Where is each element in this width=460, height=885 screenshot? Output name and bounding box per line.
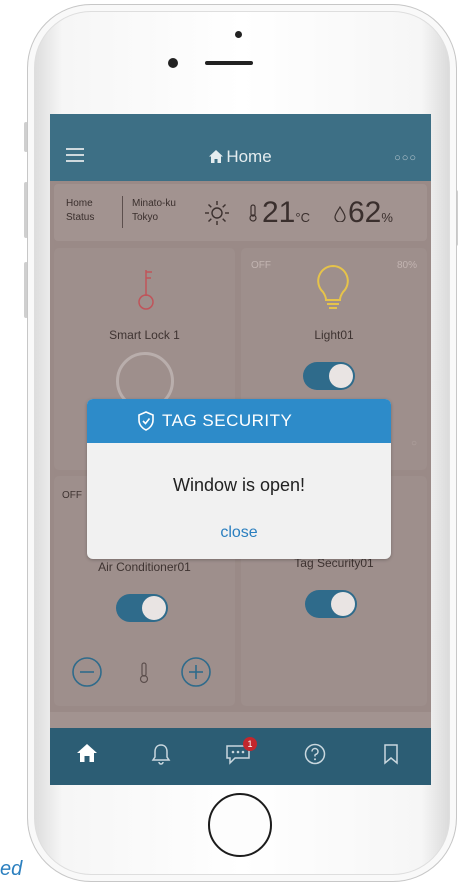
location-line1: Minato-ku: [132, 198, 176, 209]
cropped-caption-text: ed: [0, 858, 23, 880]
alert-dialog: TAG SECURITY Window is open! close: [87, 399, 391, 559]
dialog-message: Window is open!: [172, 475, 306, 495]
tab-home[interactable]: [72, 743, 102, 771]
status-label: Home Status: [66, 197, 94, 225]
light-state: OFF: [251, 260, 271, 271]
tab-bookmarks[interactable]: [376, 743, 406, 771]
shield-icon: [138, 411, 154, 431]
thermometer-icon: [139, 662, 149, 684]
key-icon: [138, 270, 154, 310]
temperature-value: 21: [262, 196, 296, 229]
home-icon: [77, 744, 97, 762]
front-camera: [168, 58, 178, 68]
close-button[interactable]: close: [87, 524, 391, 542]
page-title: Home: [50, 147, 431, 167]
status-divider: [122, 196, 123, 228]
help-icon: [304, 743, 326, 765]
decrease-icon[interactable]: [71, 656, 103, 688]
home-icon: [209, 150, 224, 163]
front-sensor: [235, 31, 242, 38]
air-conditioner-toggle[interactable]: [116, 594, 168, 622]
humidity-unit: %: [381, 210, 393, 225]
light-toggle[interactable]: [303, 362, 355, 390]
air-conditioner-label: Air Conditioner01: [98, 560, 191, 574]
sun-icon: [205, 201, 229, 225]
dialog-header: TAG SECURITY: [87, 399, 391, 443]
bookmark-icon: [384, 744, 398, 765]
header-title-label: Home: [226, 147, 272, 166]
increase-icon[interactable]: [180, 656, 212, 688]
light-extra-mark: ○: [410, 438, 417, 449]
home-button[interactable]: [208, 793, 272, 857]
air-conditioner-state: OFF: [62, 490, 82, 501]
humidity-reading: 62%: [348, 196, 393, 230]
status-label-line1: Home: [66, 198, 93, 209]
app-header: Home ○○○: [50, 114, 431, 181]
tab-bar: 1: [50, 728, 431, 785]
smart-lock-label: Smart Lock 1: [109, 328, 180, 342]
tab-help[interactable]: [300, 743, 330, 771]
light-label: Light01: [314, 328, 354, 342]
temperature-unit: °C: [295, 210, 310, 225]
light-bulb-icon: [317, 264, 349, 309]
humidity-drop-icon: [334, 206, 346, 222]
light-level: 80%: [396, 260, 417, 271]
tab-notifications[interactable]: [146, 743, 176, 771]
home-status-panel: Home Status Minato-ku Tokyo 21°C 62%: [54, 184, 427, 241]
tag-security-toggle[interactable]: [305, 590, 357, 618]
dialog-title: TAG SECURITY: [162, 411, 293, 430]
location-line2: Tokyo: [132, 212, 159, 223]
app-screen: Home ○○○ Home Status Minato-ku Tokyo 21°…: [50, 114, 431, 785]
thermometer-icon: [249, 204, 257, 222]
notification-badge: 1: [243, 737, 257, 751]
more-icon[interactable]: ○○○: [394, 152, 417, 164]
earpiece-speaker: [205, 61, 253, 65]
status-label-line2: Status: [66, 212, 95, 223]
temperature-reading: 21°C: [262, 196, 310, 230]
humidity-value: 62: [348, 196, 382, 229]
location-text: Minato-ku Tokyo: [132, 197, 176, 225]
bell-icon: [151, 744, 171, 765]
tab-messages[interactable]: 1: [223, 737, 257, 771]
